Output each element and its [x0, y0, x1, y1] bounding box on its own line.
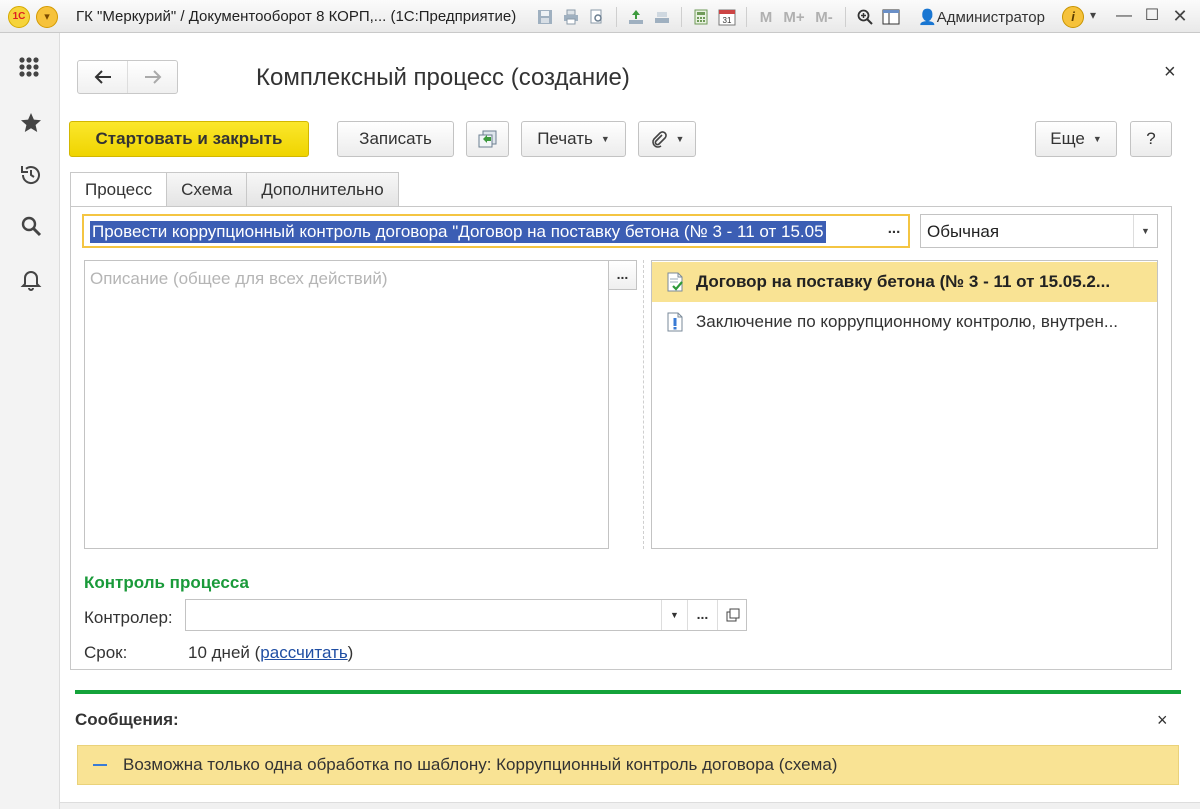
- help-button[interactable]: ?: [1130, 121, 1172, 157]
- controller-select-button[interactable]: ...: [687, 600, 717, 630]
- memory-subtract-button[interactable]: M-: [811, 6, 837, 28]
- maximize-button[interactable]: ☐: [1140, 5, 1164, 27]
- more-label: Еще: [1050, 129, 1085, 148]
- user-name: Администратор: [936, 9, 1045, 26]
- 1c-logo-icon[interactable]: 1С: [8, 6, 30, 28]
- form-tabs: Процесс Схема Дополнительно: [70, 172, 399, 207]
- document-warning-icon: [667, 312, 683, 332]
- search-icon[interactable]: [15, 210, 47, 242]
- list-item[interactable]: Договор на поставку бетона (№ 3 - 11 от …: [652, 262, 1157, 302]
- toolbar-separator: [746, 7, 747, 27]
- term-duration: 10 дней (: [188, 643, 261, 662]
- upload-icon[interactable]: [625, 6, 647, 28]
- attachment-label: Заключение по коррупционному контролю, в…: [696, 312, 1119, 331]
- message-text: Возможна только одна обработка по шаблон…: [123, 755, 838, 774]
- controller-label: Контролер:: [84, 608, 173, 627]
- term-value: 10 дней (рассчитать): [188, 643, 353, 663]
- panels-icon[interactable]: [880, 6, 902, 28]
- close-messages-button[interactable]: ×: [1157, 710, 1168, 731]
- process-form: Комплексный процесс (создание) × Стартов…: [60, 33, 1200, 809]
- chevron-down-icon[interactable]: ▼: [661, 600, 687, 630]
- messages-divider: [75, 690, 1181, 694]
- save-copy-icon: [478, 130, 496, 148]
- start-and-close-button[interactable]: Стартовать и закрыть: [69, 121, 309, 157]
- close-form-button[interactable]: ×: [1164, 61, 1176, 84]
- attachment-label: Договор на поставку бетона (№ 3 - 11 от …: [696, 272, 1111, 291]
- main-menu-icon[interactable]: ▾: [36, 6, 58, 28]
- term-suffix: ): [347, 643, 354, 662]
- attach-file-button[interactable]: ▼: [638, 121, 696, 157]
- save-icon[interactable]: [534, 6, 556, 28]
- messages-title: Сообщения:: [75, 710, 179, 729]
- form-title: Комплексный процесс (создание): [256, 64, 630, 91]
- memory-button[interactable]: M: [755, 6, 777, 28]
- memory-add-button[interactable]: M+: [781, 6, 807, 28]
- toolbar-separator: [845, 7, 846, 27]
- attachments-list: Договор на поставку бетона (№ 3 - 11 от …: [651, 260, 1158, 549]
- toolbar-separator: [616, 7, 617, 27]
- minimize-button[interactable]: —: [1112, 5, 1136, 27]
- window-title: ГК "Меркурий" / Документооборот 8 КОРП,.…: [76, 8, 517, 25]
- preview-icon[interactable]: [586, 6, 608, 28]
- apps-grid-icon[interactable]: [15, 53, 47, 85]
- dash-icon: [93, 764, 107, 766]
- tab-process[interactable]: Процесс: [70, 172, 168, 207]
- control-section-title: Контроль процесса: [84, 573, 249, 592]
- chevron-down-icon[interactable]: ▼: [1133, 215, 1157, 247]
- sections-sidebar: [0, 33, 60, 809]
- history-icon[interactable]: [15, 159, 47, 191]
- more-actions-button[interactable]: Еще ▼: [1035, 121, 1117, 157]
- document-check-icon: [667, 272, 683, 292]
- message-item[interactable]: Возможна только одна обработка по шаблон…: [77, 745, 1179, 785]
- list-item[interactable]: Заключение по коррупционному контролю, в…: [652, 302, 1157, 342]
- calendar-icon[interactable]: 31: [716, 6, 738, 28]
- calculator-icon[interactable]: [690, 6, 712, 28]
- bell-icon[interactable]: [15, 263, 47, 295]
- save-button[interactable]: Записать: [337, 121, 454, 157]
- chevron-down-icon[interactable]: ▾: [1090, 8, 1096, 22]
- panel-splitter[interactable]: [643, 260, 644, 549]
- toolbar-separator: [681, 7, 682, 27]
- close-window-button[interactable]: ✕: [1168, 5, 1192, 27]
- zoom-icon[interactable]: [854, 6, 876, 28]
- navigation-buttons: [77, 60, 178, 94]
- open-icon[interactable]: [717, 600, 747, 630]
- info-icon[interactable]: i: [1062, 6, 1084, 28]
- calculate-link[interactable]: рассчитать: [260, 643, 347, 662]
- chevron-down-icon: ▼: [1092, 134, 1102, 144]
- paperclip-icon: [651, 131, 667, 148]
- subject-select-button[interactable]: ...: [883, 220, 905, 237]
- controller-input[interactable]: ▼ ...: [185, 599, 747, 631]
- print-icon[interactable]: [560, 6, 582, 28]
- description-placeholder: Описание (общее для всех действий): [90, 269, 388, 288]
- importance-value: Обычная: [927, 222, 1000, 241]
- subject-input[interactable]: Провести коррупционный контроль договора…: [82, 214, 910, 248]
- back-button[interactable]: [78, 61, 127, 93]
- user-icon: 👤: [918, 9, 937, 26]
- window-titlebar: 1С ▾ ГК "Меркурий" / Документооборот 8 К…: [0, 0, 1200, 33]
- description-textarea[interactable]: Описание (общее для всех действий): [84, 260, 609, 549]
- importance-select[interactable]: Обычная ▼: [920, 214, 1158, 248]
- chevron-down-icon: ▼: [675, 134, 685, 144]
- tab-additional[interactable]: Дополнительно: [246, 172, 399, 206]
- current-user[interactable]: 👤Администратор: [918, 8, 1045, 26]
- compare-icon[interactable]: [651, 6, 673, 28]
- term-label: Срок:: [84, 643, 128, 662]
- status-strip: [60, 802, 1200, 809]
- description-expand-button[interactable]: ...: [608, 260, 637, 290]
- titlebar-toolbar: 31 M M+ M-: [534, 6, 902, 28]
- subject-text: Провести коррупционный контроль договора…: [90, 221, 826, 243]
- chevron-down-icon: ▼: [600, 134, 610, 144]
- tab-schema[interactable]: Схема: [166, 172, 248, 206]
- save-copy-button[interactable]: [466, 121, 509, 157]
- svg-text:31: 31: [723, 16, 732, 25]
- star-icon[interactable]: [15, 107, 47, 139]
- print-label: Печать: [537, 129, 593, 148]
- print-menu-button[interactable]: Печать ▼: [521, 121, 626, 157]
- forward-button[interactable]: [127, 61, 177, 93]
